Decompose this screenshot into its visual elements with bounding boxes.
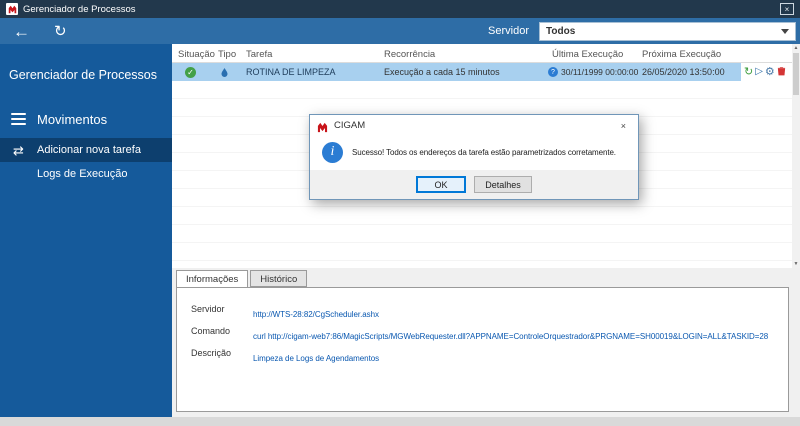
task-settings-icon[interactable]: ⚙	[765, 66, 775, 78]
sidebar: Gerenciador de Processos Movimentos ⇄ Ad…	[0, 44, 172, 417]
cigam-logo-icon	[317, 120, 328, 133]
ok-button[interactable]: OK	[416, 176, 466, 193]
task-type-icon	[220, 67, 229, 80]
dialog-body: i Sucesso! Todos os endereços da tarefa …	[310, 136, 638, 170]
cigam-logo-icon	[6, 3, 18, 15]
cell-proxima-execucao: 26/05/2020 13:50:00	[642, 67, 725, 77]
server-select[interactable]: Todos	[539, 21, 796, 41]
details-button[interactable]: Detalhes	[474, 176, 532, 193]
cell-recorrencia: Execução a cada 15 minutos	[384, 67, 500, 77]
sidebar-section-movimentos: Movimentos	[0, 110, 172, 128]
sidebar-item-label: Adicionar nova tarefa	[37, 144, 141, 156]
cell-tarefa: ROTINA DE LIMPEZA	[246, 67, 336, 77]
sidebar-title: Gerenciador de Processos	[9, 68, 157, 82]
window-close-button[interactable]: ×	[780, 3, 794, 15]
delete-task-icon[interactable]	[777, 66, 786, 79]
cell-ultima-execucao: 30/11/1999 00:00:00	[561, 67, 639, 77]
table-row-selected[interactable]: ✓ ROTINA DE LIMPEZA Execução a cada 15 m…	[172, 63, 741, 81]
swap-arrows-icon: ⇄	[13, 142, 24, 158]
field-label: Descrição	[191, 348, 232, 358]
server-label: Servidor	[488, 25, 529, 37]
dialog-buttons: OK Detalhes	[310, 170, 638, 199]
window-titlebar: Gerenciador de Processos ×	[0, 0, 800, 18]
sidebar-item-label: Logs de Execução	[37, 168, 128, 180]
vertical-scrollbar[interactable]: ▲ ▼	[792, 44, 800, 268]
col-recorrencia[interactable]: Recorrência	[384, 49, 435, 60]
info-icon: i	[322, 141, 343, 163]
window-title: Gerenciador de Processos	[23, 3, 136, 15]
col-tipo[interactable]: Tipo	[218, 49, 236, 60]
col-situacao[interactable]: Situação	[178, 49, 215, 60]
field-value-link[interactable]: http://WTS-28:82/CgScheduler.ashx	[253, 310, 379, 319]
details-box: Servidor http://WTS-28:82/CgScheduler.ash…	[176, 287, 789, 412]
tab-historico[interactable]: Histórico	[250, 270, 308, 287]
status-ok-icon: ✓	[185, 67, 196, 78]
scrollbar-thumb[interactable]	[793, 53, 799, 95]
server-select-value: Todos	[546, 25, 576, 37]
menu-icon[interactable]	[11, 110, 26, 128]
details-tabs: Informações Histórico	[176, 270, 309, 288]
toolbar: ← ↻ Servidor Todos	[0, 18, 800, 44]
field-descricao: Descrição Limpeza de Logs de Agendamentos	[191, 348, 379, 366]
row-actions: ↻ ▷ ⚙	[744, 63, 792, 81]
tab-informacoes[interactable]: Informações	[176, 270, 249, 288]
field-label: Servidor	[191, 304, 225, 314]
sidebar-item-logs-de-execucao[interactable]: Logs de Execução	[0, 162, 172, 186]
message-dialog: CIGAM × i Sucesso! Todos os endereços da…	[309, 114, 639, 200]
back-button[interactable]: ←	[13, 23, 30, 40]
field-value-link[interactable]: curl http://cigam-web7:86/MagicScripts/M…	[253, 332, 768, 341]
sidebar-item-adicionar-nova-tarefa[interactable]: ⇄ Adicionar nova tarefa	[0, 138, 172, 162]
refresh-button[interactable]: ↻	[54, 24, 67, 39]
field-value-link[interactable]: Limpeza de Logs de Agendamentos	[253, 354, 379, 363]
sidebar-section-label: Movimentos	[37, 111, 108, 127]
col-proxima-execucao[interactable]: Próxima Execução	[642, 49, 721, 60]
window-bottom-border	[0, 417, 800, 426]
scroll-down-icon[interactable]: ▼	[792, 261, 800, 267]
app-window: Gerenciador de Processos × ← ↻ Servidor …	[0, 0, 800, 426]
table-header: Situação Tipo Tarefa Recorrência Última …	[172, 46, 792, 63]
play-task-icon[interactable]: ▷	[755, 67, 763, 77]
field-label: Comando	[191, 326, 231, 336]
dialog-close-button[interactable]: ×	[616, 120, 631, 132]
dialog-message: Sucesso! Todos os endereços da tarefa es…	[352, 147, 616, 157]
dialog-titlebar: CIGAM ×	[310, 115, 638, 136]
col-ultima-execucao[interactable]: Última Execução	[552, 49, 623, 60]
run-task-icon[interactable]: ↻	[744, 66, 753, 78]
chevron-down-icon	[781, 28, 789, 34]
dialog-title: CIGAM	[334, 120, 366, 131]
scroll-up-icon[interactable]: ▲	[792, 45, 800, 51]
field-servidor: Servidor http://WTS-28:82/CgScheduler.ash…	[191, 304, 379, 322]
field-comando: Comando curl http://cigam-web7:86/MagicSc…	[191, 326, 768, 344]
question-flag-icon: ?	[548, 67, 558, 77]
col-tarefa[interactable]: Tarefa	[246, 49, 272, 60]
details-panel: Informações Histórico Servidor http://WTS…	[172, 268, 800, 417]
